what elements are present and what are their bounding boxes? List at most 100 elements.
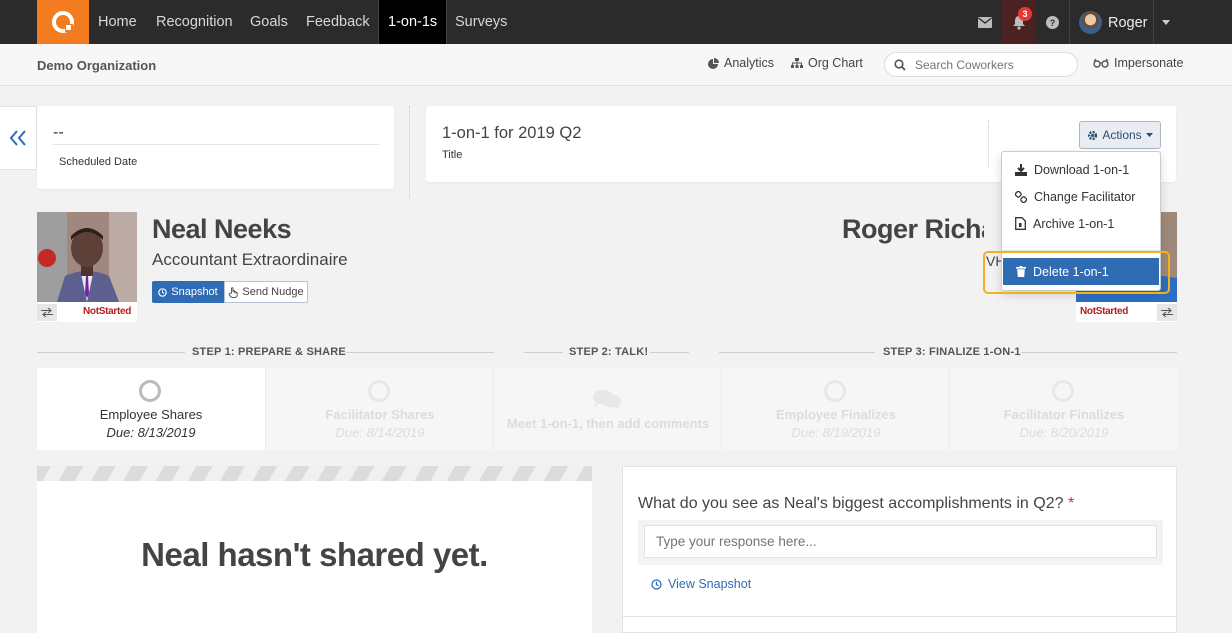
notification-count-badge: 3 (1018, 7, 1032, 21)
divider (53, 144, 379, 145)
divider (524, 352, 563, 353)
required-marker: * (1067, 495, 1075, 512)
help-icon: ? (1045, 15, 1059, 29)
step-facilitator-finalizes[interactable]: Facilitator Finalizes Due: 8/20/2019 (949, 368, 1177, 450)
view-snapshot-link[interactable]: View Snapshot (651, 577, 751, 591)
one-on-one-title[interactable]: 1-on-1 for 2019 Q2 (442, 124, 581, 143)
divider (650, 352, 689, 353)
step-label: Employee Shares (99, 407, 203, 422)
archive-file-icon (1015, 217, 1026, 230)
hand-pointer-icon (229, 286, 239, 298)
search-icon (894, 59, 906, 71)
employee-share-panel: Neal hasn't shared yet. (37, 466, 592, 633)
scheduled-date-value[interactable]: -- (53, 124, 64, 142)
step-label: Facilitator Shares (325, 407, 435, 422)
search-coworkers[interactable] (884, 52, 1078, 77)
response-input[interactable] (644, 525, 1157, 558)
menu-item-label: Download 1-on-1 (1034, 162, 1130, 177)
divider (988, 120, 989, 168)
clock-icon (651, 578, 662, 590)
step-label: Facilitator Finalizes (1003, 407, 1125, 422)
nav-1on1s[interactable]: 1-on-1s (378, 0, 448, 44)
search-input[interactable] (915, 56, 1065, 74)
divider (37, 352, 185, 353)
question-text: What do you see as Neal's biggest accomp… (638, 495, 1074, 513)
notifications-button[interactable] (1002, 0, 1036, 44)
swap-arrows-icon (1161, 308, 1173, 317)
menu-item-download[interactable]: Download 1-on-1 (1002, 156, 1160, 183)
actions-dropdown-menu: Download 1-on-1 Change Facilitator Archi… (1001, 151, 1161, 291)
org-chart-link[interactable]: Org Chart (791, 56, 863, 70)
analytics-link[interactable]: Analytics (708, 56, 774, 70)
impersonate-link[interactable]: Impersonate (1093, 56, 1183, 70)
messages-button[interactable] (970, 0, 1000, 44)
swap-arrows-icon (41, 308, 53, 317)
facilitator-status: NotStarted (1080, 306, 1129, 317)
top-navbar: Home Recognition Goals Feedback 1-on-1s … (0, 0, 1232, 44)
org-chart-label: Org Chart (808, 56, 863, 70)
menu-item-change-facilitator[interactable]: Change Facilitator (1002, 183, 1160, 210)
step-facilitator-shares[interactable]: Facilitator Shares Due: 8/14/2019 (265, 368, 493, 450)
glasses-icon (1093, 58, 1109, 68)
brand-logo[interactable] (37, 0, 89, 44)
menu-item-label: Change Facilitator (1034, 189, 1136, 204)
striped-banner (37, 466, 592, 481)
progress-circle-icon (368, 380, 390, 402)
scheduled-date-card: -- Scheduled Date (37, 106, 394, 189)
menu-divider (1002, 250, 1160, 251)
scheduled-date-label: Scheduled Date (59, 156, 138, 168)
step-due-date: Due: 8/14/2019 (335, 425, 425, 440)
progress-circle-icon (1052, 380, 1074, 402)
caret-down-icon (1145, 133, 1153, 137)
send-nudge-button[interactable]: Send Nudge (224, 281, 308, 303)
nav-recognition[interactable]: Recognition (147, 0, 242, 44)
send-nudge-label: Send Nudge (242, 286, 304, 298)
nav-surveys[interactable]: Surveys (446, 0, 516, 44)
collapse-panel-button[interactable] (0, 106, 37, 170)
organization-name: Demo Organization (37, 58, 157, 73)
progress-circle-icon (139, 380, 161, 402)
menu-item-delete[interactable]: Delete 1-on-1 (1003, 258, 1159, 285)
sitemap-icon (791, 57, 803, 68)
question-panel: What do you see as Neal's biggest accomp… (622, 466, 1177, 633)
step-due-date: Due: 8/19/2019 (791, 425, 881, 440)
link-chain-icon (1015, 190, 1027, 203)
download-icon (1015, 163, 1027, 176)
step-3-header: STEP 3: FINALIZE 1-ON-1 (883, 346, 1021, 358)
analytics-label: Analytics (724, 56, 775, 70)
clock-icon (158, 287, 168, 297)
nav-home[interactable]: Home (89, 0, 146, 44)
envelope-icon (978, 16, 992, 28)
sub-header: Demo Organization Analytics Org Chart Im… (0, 44, 1232, 86)
snapshot-label: Snapshot (171, 286, 218, 298)
user-menu-toggle[interactable] (1153, 0, 1178, 44)
step-due-date: Due: 8/20/2019 (1019, 425, 1109, 440)
facilitator-status-bar: NotStarted (1076, 302, 1177, 322)
user-menu[interactable]: Roger (1069, 0, 1153, 44)
divider (623, 616, 1176, 617)
step-label: Meet 1-on-1, then add comments (506, 416, 710, 431)
nav-goals[interactable]: Goals (241, 0, 297, 44)
divider (409, 106, 410, 198)
step-meet[interactable]: Meet 1-on-1, then add comments (493, 368, 721, 450)
step-employee-shares[interactable]: Employee Shares Due: 8/13/2019 (37, 368, 265, 450)
nav-feedback[interactable]: Feedback (297, 0, 379, 44)
employee-name: Neal Neeks (152, 214, 292, 244)
menu-item-label: Delete 1-on-1 (1033, 264, 1109, 279)
swap-facilitator-button[interactable] (1157, 304, 1177, 321)
swap-employee-button[interactable] (37, 304, 57, 321)
menu-item-archive[interactable]: Archive 1-on-1 (1002, 210, 1160, 237)
user-name: Roger (1108, 15, 1148, 31)
not-shared-message: Neal hasn't shared yet. (141, 536, 488, 573)
view-snapshot-label: View Snapshot (668, 577, 752, 591)
step-employee-finalizes[interactable]: Employee Finalizes Due: 8/19/2019 (721, 368, 949, 450)
employee-status: NotStarted (83, 306, 132, 317)
step-label: Employee Finalizes (776, 407, 896, 422)
step-1-header: STEP 1: PREPARE & SHARE (192, 346, 346, 358)
snapshot-button[interactable]: Snapshot (152, 281, 224, 303)
actions-button[interactable]: Actions (1079, 121, 1161, 149)
svg-text:?: ? (1049, 18, 1055, 28)
employee-avatar-image (37, 212, 137, 302)
help-button[interactable]: ? (1037, 0, 1067, 44)
facilitator-name: Roger Richar (842, 214, 984, 244)
